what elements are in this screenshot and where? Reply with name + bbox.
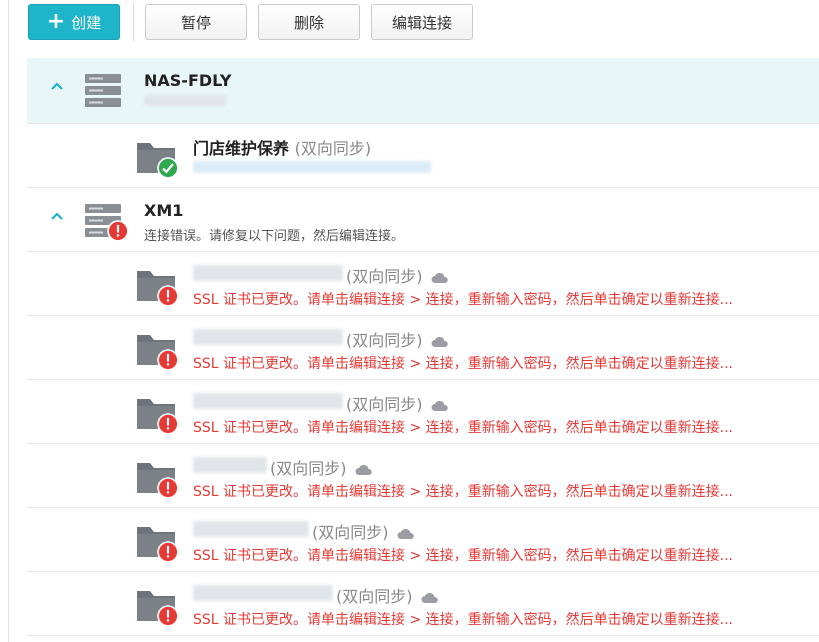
redacted-task-name: [193, 457, 267, 473]
task-name-line: (双向同步): [346, 263, 449, 287]
task-error-message: SSL 证书已更改。请单击编辑连接 > 连接，重新输入密码，然后单击确定以重新连…: [193, 356, 734, 372]
check-icon: [157, 157, 179, 179]
task-name-line: (双向同步): [270, 455, 373, 479]
error-icon: [157, 477, 179, 499]
task-name-line: (双向同步): [336, 583, 439, 607]
redacted-task-name: [193, 329, 343, 345]
sync-mode: (双向同步): [346, 395, 423, 414]
cloud-icon: [397, 528, 415, 540]
task-row[interactable]: (双向同步) SSL 证书已更改。请单击编辑连接 > 连接，重新输入密码，然后单…: [27, 572, 819, 636]
connection-list: NAS-FDLY 门店维护保养 (双向同步) XM1 连接错误。请修复以下问题，…: [27, 58, 819, 636]
left-border: [8, 0, 9, 642]
toolbar: + 创建 暂停 删除 编辑连接: [28, 3, 484, 41]
connection-name: NAS-FDLY: [144, 71, 232, 90]
redacted-task-name: [193, 585, 333, 601]
task-error-message: SSL 证书已更改。请单击编辑连接 > 连接，重新输入密码，然后单击确定以重新连…: [193, 612, 734, 628]
sync-mode: (双向同步): [294, 139, 372, 158]
task-name-line: (双向同步): [346, 327, 449, 351]
redacted-task-name: [193, 393, 343, 409]
sync-mode: (双向同步): [312, 523, 389, 542]
server-icon: [83, 71, 127, 113]
cloud-icon: [431, 336, 449, 348]
delete-button-label: 删除: [293, 13, 324, 32]
connection-row-xm1[interactable]: XM1 连接错误。请修复以下问题，然后编辑连接。: [27, 188, 819, 252]
task-row[interactable]: (双向同步) SSL 证书已更改。请单击编辑连接 > 连接，重新输入密码，然后单…: [27, 380, 819, 444]
delete-button[interactable]: 删除: [258, 4, 360, 40]
error-icon: [107, 220, 129, 242]
plus-icon: +: [46, 9, 66, 34]
task-error-message: SSL 证书已更改。请单击编辑连接 > 连接，重新输入密码，然后单击确定以重新连…: [193, 548, 734, 564]
redacted-task-name: [193, 265, 343, 281]
sync-mode: (双向同步): [336, 587, 413, 606]
error-icon: [157, 605, 179, 627]
task-row[interactable]: (双向同步) SSL 证书已更改。请单击编辑连接 > 连接，重新输入密码，然后单…: [27, 316, 819, 380]
redacted-address: [144, 95, 226, 106]
task-name-line: 门店维护保养 (双向同步): [193, 135, 371, 159]
cloud-icon: [431, 400, 449, 412]
sync-mode: (双向同步): [270, 459, 347, 478]
task-error-message: SSL 证书已更改。请单击编辑连接 > 连接，重新输入密码，然后单击确定以重新连…: [193, 484, 734, 500]
cloud-icon: [421, 592, 439, 604]
redacted-path: [193, 161, 431, 173]
create-button[interactable]: + 创建: [28, 4, 120, 40]
task-row[interactable]: (双向同步) SSL 证书已更改。请单击编辑连接 > 连接，重新输入密码，然后单…: [27, 444, 819, 508]
error-icon: [157, 413, 179, 435]
edit-connection-button-label: 编辑连接: [391, 13, 452, 32]
task-name-line: (双向同步): [346, 391, 449, 415]
task-row[interactable]: (双向同步) SSL 证书已更改。请单击编辑连接 > 连接，重新输入密码，然后单…: [27, 252, 819, 316]
task-name-line: (双向同步): [312, 519, 415, 543]
sync-mode: (双向同步): [346, 331, 423, 350]
error-icon: [157, 349, 179, 371]
connection-status: 连接错误。请修复以下问题，然后编辑连接。: [144, 229, 405, 244]
task-error-message: SSL 证书已更改。请单击编辑连接 > 连接，重新输入密码，然后单击确定以重新连…: [193, 420, 734, 436]
sync-mode: (双向同步): [346, 267, 423, 286]
connection-row-nas-fdly[interactable]: NAS-FDLY: [27, 58, 819, 124]
cloud-icon: [431, 272, 449, 284]
chevron-up-icon[interactable]: [49, 80, 65, 92]
pause-button[interactable]: 暂停: [145, 4, 247, 40]
edit-connection-button[interactable]: 编辑连接: [371, 4, 473, 40]
task-name: 门店维护保养: [193, 139, 290, 158]
connection-name: XM1: [144, 201, 184, 220]
task-row[interactable]: (双向同步) SSL 证书已更改。请单击编辑连接 > 连接，重新输入密码，然后单…: [27, 508, 819, 572]
task-error-message: SSL 证书已更改。请单击编辑连接 > 连接，重新输入密码，然后单击确定以重新连…: [193, 292, 734, 308]
task-row[interactable]: 门店维护保养 (双向同步): [27, 124, 819, 188]
redacted-task-name: [193, 521, 309, 537]
toolbar-divider: [133, 3, 134, 41]
pause-button-label: 暂停: [180, 13, 211, 32]
create-button-label: 创建: [71, 13, 102, 32]
error-icon: [157, 285, 179, 307]
chevron-up-icon[interactable]: [49, 210, 65, 222]
cloud-icon: [355, 464, 373, 476]
error-icon: [157, 541, 179, 563]
